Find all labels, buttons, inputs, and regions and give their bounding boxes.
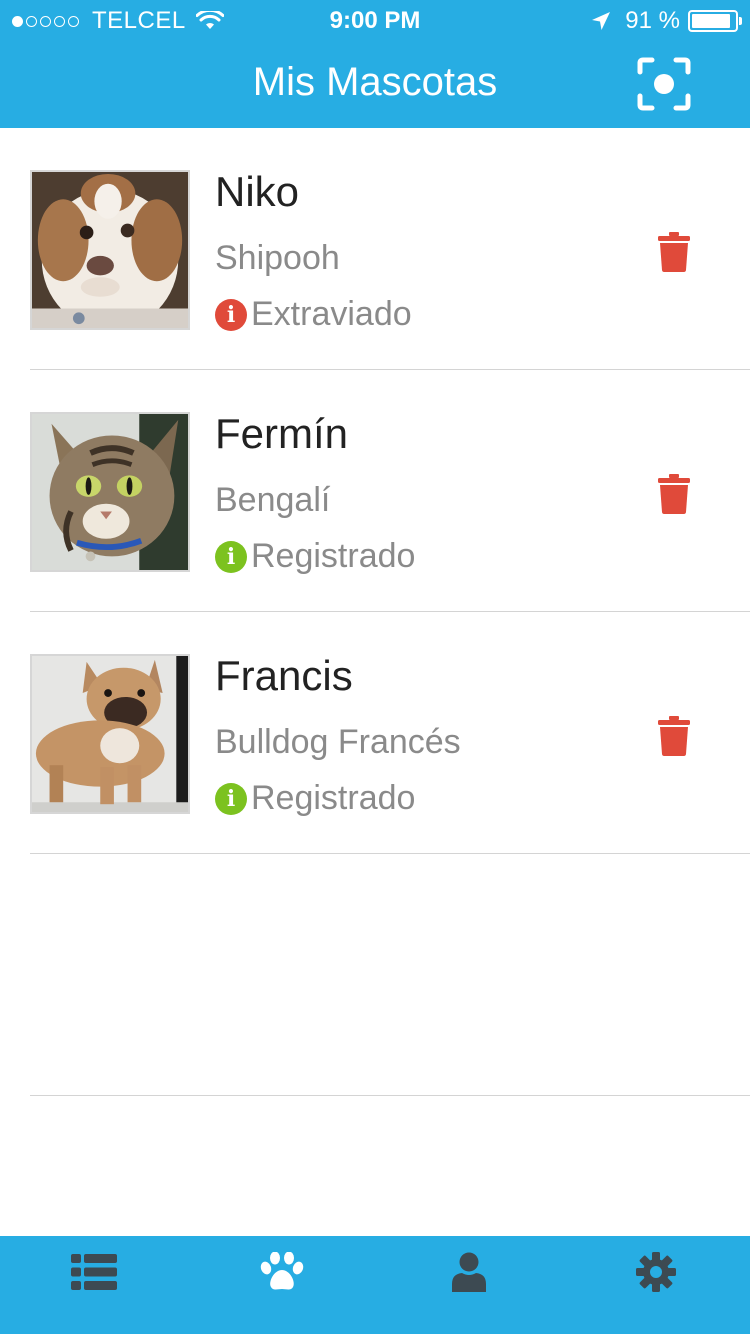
tab-pets[interactable]	[254, 1250, 310, 1294]
tabby-cat-image	[32, 414, 188, 570]
pet-row[interactable]: Francis Bulldog Francés i Registrado	[0, 612, 750, 854]
user-icon	[452, 1252, 486, 1292]
tab-profile[interactable]	[441, 1250, 497, 1294]
white-brown-dog-image	[32, 172, 188, 328]
pet-name: Francis	[215, 652, 353, 699]
french-bulldog-image	[32, 656, 188, 812]
alert-info-icon: i	[215, 298, 247, 331]
battery-icon	[688, 10, 742, 32]
paw-icon	[260, 1252, 304, 1290]
pet-breed: Bulldog Francés	[215, 723, 461, 761]
empty-list-row	[0, 854, 750, 1096]
pet-status: i Registrado	[215, 537, 415, 576]
list-icon	[71, 1254, 117, 1290]
header: TELCEL 9:00 PM 91 % Mis Mascotas	[0, 0, 750, 128]
pet-row[interactable]: Niko Shipooh i Extraviado	[0, 128, 750, 370]
pet-row[interactable]: Fermín Bengalí i Registrado	[0, 370, 750, 612]
status-bar: TELCEL 9:00 PM 91 %	[0, 0, 750, 40]
pet-breed: Bengalí	[215, 481, 331, 519]
pet-breed: Shipooh	[215, 239, 340, 277]
pet-photo	[30, 170, 190, 330]
pet-status-label: Registrado	[251, 537, 416, 575]
divider	[30, 1095, 750, 1096]
trash-icon[interactable]	[658, 474, 690, 514]
tab-settings[interactable]	[628, 1250, 684, 1294]
pet-photo	[30, 412, 190, 572]
gear-icon	[636, 1252, 676, 1292]
scan-qr-icon[interactable]	[636, 56, 692, 112]
pet-status: i Extraviado	[215, 295, 412, 334]
info-icon: i	[215, 782, 247, 815]
pet-name: Fermín	[215, 410, 349, 457]
pet-status-label: Registrado	[251, 779, 416, 817]
trash-icon[interactable]	[658, 232, 690, 272]
battery-percent: 91 %	[625, 7, 680, 34]
pet-name: Niko	[215, 168, 300, 215]
trash-icon[interactable]	[658, 716, 690, 756]
location-arrow-icon	[592, 12, 611, 30]
pet-status: i Registrado	[215, 779, 415, 818]
tab-list[interactable]	[66, 1250, 122, 1294]
pet-list: Niko Shipooh i Extraviado Fermín Bengalí…	[0, 128, 750, 1096]
tab-bar	[0, 1236, 750, 1334]
info-icon: i	[215, 540, 247, 573]
pet-photo	[30, 654, 190, 814]
pet-status-label: Extraviado	[251, 295, 412, 333]
